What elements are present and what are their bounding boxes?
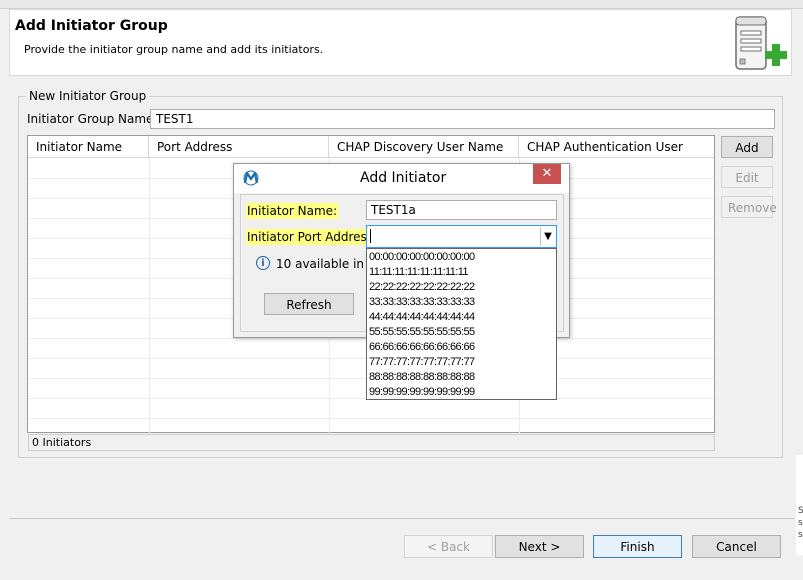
edge-fragment: S [798,506,803,516]
text-caret [370,229,371,243]
page-title: Add Initiator Group [15,18,168,34]
initiator-port-label-text: Initiator Port Address: [246,229,379,245]
next-button[interactable]: Next > [495,535,584,558]
dropdown-option[interactable]: 00:00:00:00:00:00:00:00 [367,250,556,265]
cancel-button[interactable]: Cancel [692,535,781,558]
column-header-chap-authentication[interactable]: CHAP Authentication User Name [519,136,714,176]
app-logo-icon [243,170,259,186]
port-address-combobox[interactable] [366,225,557,248]
initiator-port-label: Initiator Port Address: [246,229,379,245]
edge-fragment: s [798,530,803,540]
chevron-down-icon[interactable]: ▼ [540,227,555,246]
dropdown-option[interactable]: 99:99:99:99:99:99:99:99 [367,385,556,400]
dropdown-option[interactable]: 33:33:33:33:33:33:33:33 [367,295,556,310]
initiator-name-label: Initiator Name: [246,203,339,219]
page-subtitle: Provide the initiator group name and add… [24,43,324,56]
port-address-dropdown: 00:00:00:00:00:00:00:00 11:11:11:11:11:1… [366,248,557,400]
server-add-icon [730,15,790,73]
available-initiators-text: 10 available initia [276,257,364,271]
dropdown-option[interactable]: 55:55:55:55:55:55:55:55 [367,325,556,340]
dropdown-option[interactable]: 77:77:77:77:77:77:77:77 [367,355,556,370]
dropdown-option[interactable]: 88:88:88:88:88:88:88:88 [367,370,556,385]
refresh-button[interactable]: Refresh [264,293,354,315]
dropdown-option[interactable]: 44:44:44:44:44:44:44:44 [367,310,556,325]
edit-initiator-button[interactable]: Edit [721,166,773,188]
column-header-port-address[interactable]: Port Address [149,136,329,158]
group-name-label: Initiator Group Name : [27,112,162,126]
dialog-title: Add Initiator [360,170,447,186]
background-window-text: Sss [798,505,803,541]
close-icon[interactable]: ✕ [533,164,561,184]
table-column-divider [149,158,150,433]
dropdown-option[interactable]: 11:11:11:11:11:11:11:11 [367,265,556,280]
initiator-name-input[interactable] [366,200,557,220]
dropdown-option[interactable]: 66:66:66:66:66:66:66:66 [367,340,556,355]
group-name-input[interactable] [150,109,775,129]
footer-separator [9,518,794,519]
initiator-name-label-text: Initiator Name: [246,203,339,219]
table-row [28,418,714,419]
info-icon: i [256,256,270,270]
initiator-count: 0 Initiators [28,434,715,451]
edge-fragment: s [798,518,803,528]
group-box-title: New Initiator Group [26,89,150,103]
back-button[interactable]: < Back [404,535,493,558]
column-header-initiator-name[interactable]: Initiator Name [28,136,149,158]
add-initiator-button[interactable]: Add [721,136,773,158]
window-top-strip [0,0,803,9]
remove-initiator-button[interactable]: Remove [721,196,777,218]
finish-button[interactable]: Finish [593,535,682,558]
dropdown-option[interactable]: 22:22:22:22:22:22:22:22 [367,280,556,295]
column-header-chap-discovery[interactable]: CHAP Discovery User Name [329,136,519,158]
